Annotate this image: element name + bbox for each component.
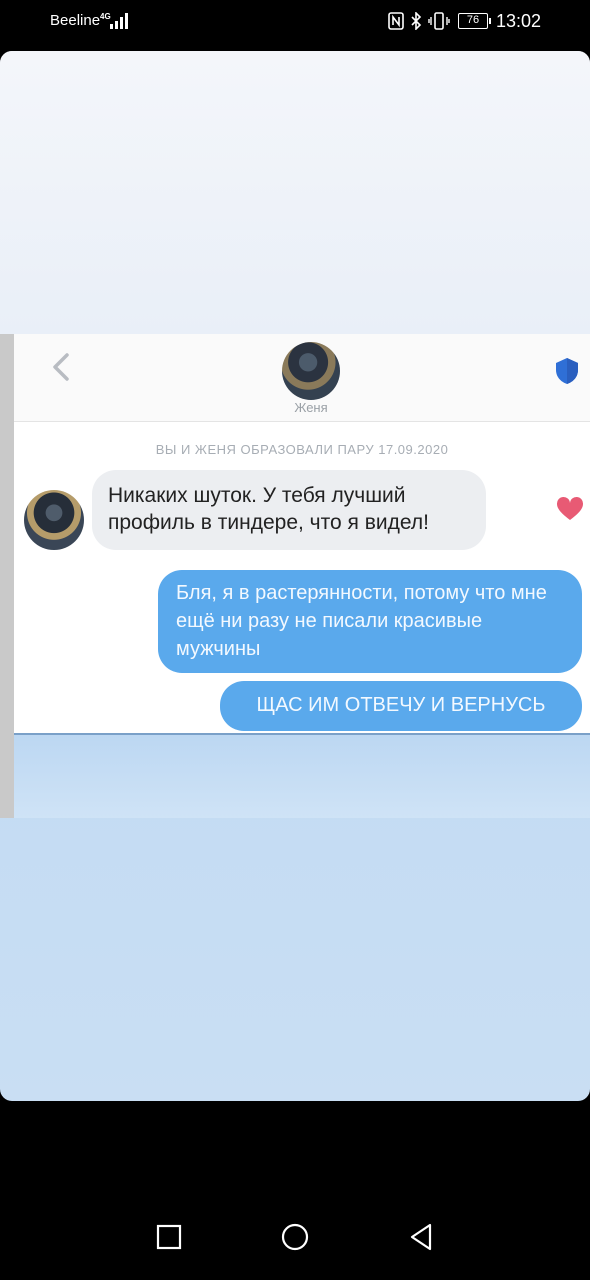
match-notice: ВЫ И ЖЕНЯ ОБРАЗОВАЛИ ПАРУ 17.09.2020 xyxy=(155,442,449,457)
bluetooth-icon xyxy=(411,12,422,30)
image-card: Женя ВЫ И ЖЕНЯ ОБРАЗОВАЛИ ПАРУ 17.09.202… xyxy=(0,51,590,1101)
status-icons xyxy=(388,12,450,30)
sender-avatar[interactable] xyxy=(24,490,84,550)
clock: 13:02 xyxy=(496,11,542,31)
card-background xyxy=(0,51,590,334)
screenshot-bottom-area xyxy=(14,735,590,818)
carrier-label: Beeline xyxy=(50,12,101,29)
shield-icon[interactable] xyxy=(554,356,580,386)
chat-header: Женя xyxy=(14,334,590,422)
chevron-left-icon[interactable] xyxy=(50,352,72,382)
screenshot-edge xyxy=(0,334,14,818)
outgoing-message: Бля, я в растерянности, потому что мне е… xyxy=(158,570,582,673)
contact-name: Женя xyxy=(294,400,328,415)
incoming-message: Никаких шуток. У тебя лучший профиль в т… xyxy=(92,470,486,550)
outgoing-message: ЩАС ИМ ОТВЕЧУ И ВЕРНУСЬ xyxy=(220,681,582,731)
heart-icon[interactable] xyxy=(556,496,584,522)
vibrate-icon xyxy=(428,12,450,30)
navigation-bar xyxy=(0,1180,590,1280)
signal-icon xyxy=(110,13,128,29)
battery-icon: 76 xyxy=(458,13,491,29)
nfc-icon xyxy=(388,12,404,30)
triangle-back-icon[interactable] xyxy=(404,1220,438,1254)
contact-avatar[interactable] xyxy=(282,342,340,400)
circle-icon[interactable] xyxy=(278,1220,312,1254)
square-icon[interactable] xyxy=(152,1220,186,1254)
chat-screenshot: Женя ВЫ И ЖЕНЯ ОБРАЗОВАЛИ ПАРУ 17.09.202… xyxy=(0,334,590,818)
status-bar: Beeline 4G 76 13:02 xyxy=(0,0,590,46)
